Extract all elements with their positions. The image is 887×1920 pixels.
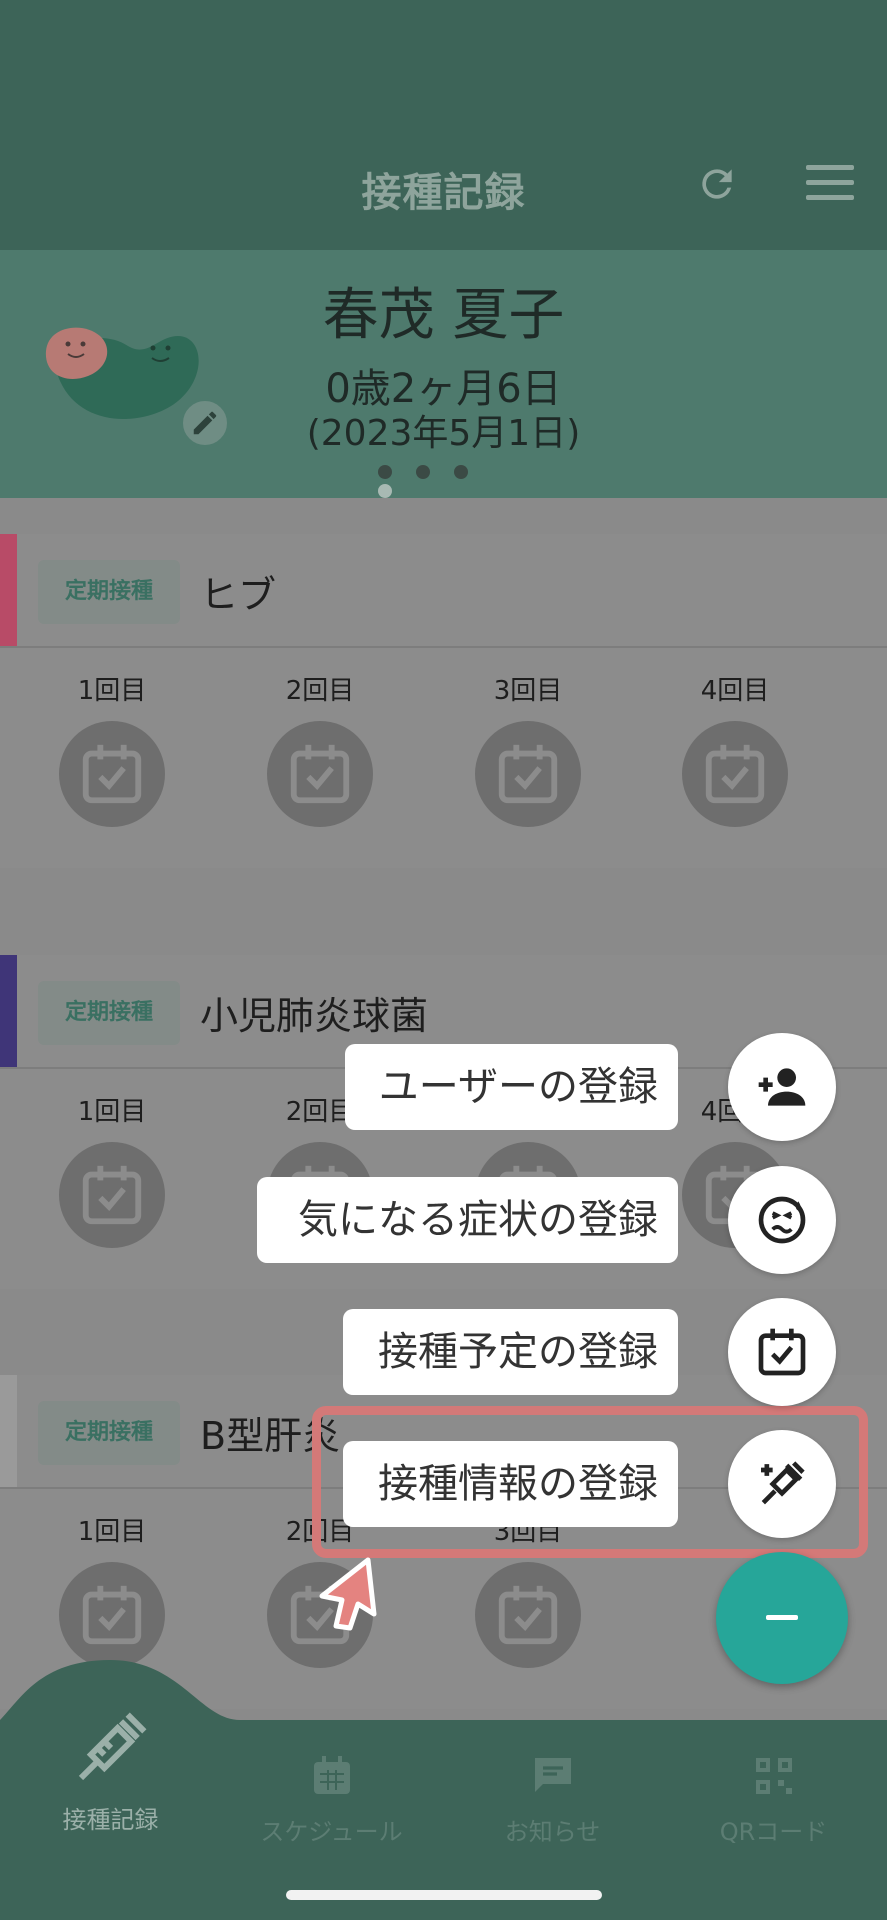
calendar-icon [313, 1756, 350, 1794]
calendar-check-icon[interactable] [682, 721, 788, 827]
nav-item[interactable]: スケジュール [221, 1752, 442, 1847]
calendar-check-icon[interactable] [59, 1562, 165, 1668]
dose-list: 1回目 2回目 3回目 4回目 [0, 648, 887, 868]
sick-face-icon [758, 1196, 806, 1244]
dose-item[interactable]: 1回目 [52, 1511, 172, 1668]
dose-item[interactable]: 1回目 [52, 670, 172, 827]
menu-icon[interactable] [806, 165, 854, 201]
dose-label: 3回目 [493, 676, 563, 706]
dose-item[interactable]: 4回目 [675, 670, 795, 827]
dose-label: 1回目 [77, 1517, 147, 1547]
fab-menu-label[interactable]: ユーザーの登録 [345, 1044, 678, 1130]
refresh-icon[interactable] [695, 162, 739, 206]
fab-menu-button[interactable] [728, 1430, 836, 1538]
message-icon [534, 1758, 571, 1792]
vaccine-name: ヒブ [200, 573, 277, 617]
nav-item-label: お知らせ [504, 1818, 601, 1846]
fab-menu-label[interactable]: 気になる症状の登録 [257, 1177, 678, 1263]
calendar-check-icon[interactable] [267, 721, 373, 827]
vaccine-color-bar [0, 955, 17, 1067]
vaccine-color-bar [0, 534, 17, 646]
calendar-check-icon[interactable] [59, 721, 165, 827]
calendar-check-icon[interactable] [475, 1562, 581, 1668]
dose-label: 1回目 [77, 1097, 147, 1127]
fab-menu-button[interactable] [728, 1166, 836, 1274]
nav-item-label: QRコード [719, 1818, 828, 1846]
fab-menu-label[interactable]: 接種予定の登録 [343, 1309, 678, 1395]
fab-menu-button[interactable] [728, 1033, 836, 1141]
vaccine-name: 小児肺炎球菌 [200, 994, 429, 1038]
dose-item[interactable]: 3回目 [468, 670, 588, 827]
calendar-check-icon[interactable] [59, 1142, 165, 1248]
nav-item-label: スケジュール [260, 1818, 403, 1846]
minus-icon [766, 1615, 798, 1620]
nav-item-label: 接種記録 [62, 1806, 159, 1834]
nav-item[interactable]: QRコード [663, 1752, 884, 1847]
tutorial-pointer-icon [319, 1557, 377, 1631]
calendar-check-icon[interactable] [475, 721, 581, 827]
home-indicator [286, 1890, 602, 1900]
page-indicator[interactable] [378, 464, 518, 498]
syringe-add-icon [761, 1461, 805, 1505]
nav-item[interactable]: お知らせ [442, 1752, 663, 1847]
birth-date: (2023年5月1日) [306, 413, 581, 454]
routine-badge: 定期接種 [38, 981, 180, 1045]
fab-menu-label[interactable]: 接種情報の登録 [343, 1441, 678, 1527]
vaccine-card[interactable]: 定期接種 ヒブ 1回目 2回目 3回目 4回目 [0, 534, 887, 868]
dose-label: 1回目 [77, 676, 147, 706]
qr-code-icon [755, 1758, 792, 1794]
dose-item[interactable]: 1回目 [52, 1091, 172, 1248]
vaccine-color-bar [0, 1375, 17, 1487]
dose-label: 2回目 [285, 676, 355, 706]
routine-badge: 定期接種 [38, 560, 180, 624]
fab-menu-button[interactable] [728, 1298, 836, 1406]
child-name: 春茂 夏子 [322, 283, 565, 348]
nav-item[interactable]: 接種記録 [0, 1708, 221, 1835]
page-title: 接種記録 [361, 170, 526, 216]
routine-badge: 定期接種 [38, 1401, 180, 1465]
dose-item[interactable]: 2回目 [260, 670, 380, 827]
add-person-icon [758, 1068, 806, 1106]
dose-label: 4回目 [700, 676, 770, 706]
vaccine-card-header[interactable]: 定期接種 ヒブ [0, 534, 887, 648]
syringe-icon [78, 1712, 146, 1781]
calendar-check-icon [758, 1328, 806, 1376]
